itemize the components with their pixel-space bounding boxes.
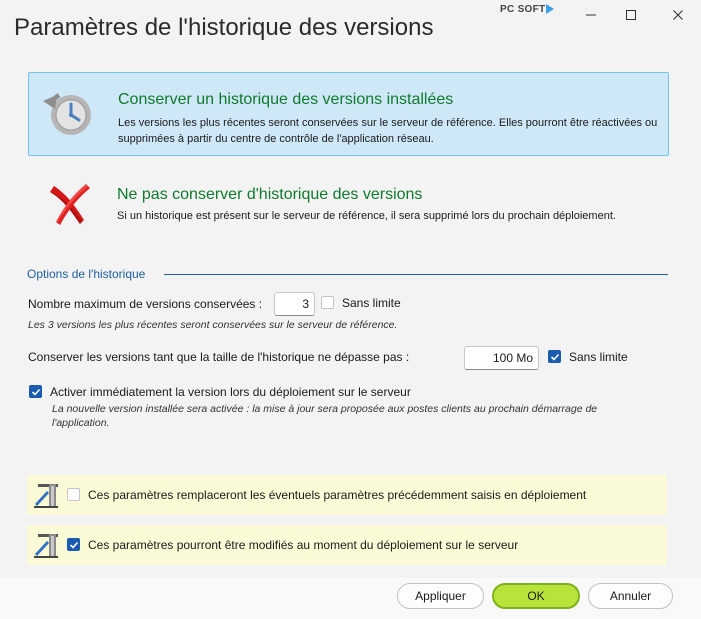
activate-immediately-hint-line1: La nouvelle version installée sera activ… <box>52 403 598 415</box>
max-versions-no-limit-checkbox[interactable] <box>321 296 334 309</box>
modifiable-params-checkbox[interactable] <box>67 538 80 551</box>
apply-button[interactable]: Appliquer <box>397 583 484 609</box>
window-title: Paramètres de l'historique des versions <box>14 14 434 41</box>
option-keep-description: Les versions les plus récentes seront co… <box>118 117 658 145</box>
checkmark-icon <box>550 353 559 361</box>
activate-immediately-checkbox[interactable] <box>29 385 42 398</box>
replace-params-checkbox[interactable] <box>67 488 80 501</box>
brand-text: PC SOFT <box>500 4 546 15</box>
replace-params-label: Ces paramètres remplaceront les éventuel… <box>88 488 587 502</box>
pcsoft-logo: PC SOFT <box>500 4 555 15</box>
option-no-history-description: Si un historique est présent sur le serv… <box>117 210 616 222</box>
history-options-group-title: Options de l'historique <box>27 267 146 281</box>
history-clock-icon <box>41 87 97 144</box>
deployment-tool-icon <box>33 480 61 513</box>
group-divider <box>164 274 668 275</box>
minimize-icon <box>586 14 596 16</box>
max-versions-hint: Les 3 versions les plus récentes seront … <box>28 319 398 331</box>
option-no-history[interactable]: Ne pas conserver d'historique des versio… <box>28 170 669 238</box>
option-keep-title: Conserver un historique des versions ins… <box>118 91 454 108</box>
max-size-label: Conserver les versions tant que la taill… <box>28 350 410 364</box>
play-triangle-icon <box>546 4 555 15</box>
max-versions-input[interactable]: 3 <box>274 292 315 316</box>
maximize-button[interactable] <box>617 4 645 26</box>
close-icon <box>673 10 683 20</box>
option-no-history-title: Ne pas conserver d'historique des versio… <box>117 186 423 203</box>
activate-immediately-label: Activer immédiatement la version lors du… <box>50 385 411 399</box>
max-versions-label: Nombre maximum de versions conservées : <box>28 297 263 311</box>
modifiable-params-label: Ces paramètres pourront être modifiés au… <box>88 538 519 552</box>
max-versions-no-limit-label: Sans limite <box>342 296 401 310</box>
checkmark-icon <box>31 388 40 396</box>
replace-params-panel: Ces paramètres remplaceront les éventuel… <box>27 475 667 515</box>
minimize-button[interactable] <box>577 4 605 26</box>
red-cross-icon <box>44 180 94 233</box>
maximize-icon <box>626 10 636 20</box>
cancel-button[interactable]: Annuler <box>588 583 673 609</box>
option-keep-history[interactable]: Conserver un historique des versions ins… <box>28 72 669 156</box>
modifiable-params-panel: Ces paramètres pourront être modifiés au… <box>27 525 667 565</box>
checkmark-icon <box>69 541 78 549</box>
max-size-no-limit-checkbox[interactable] <box>548 350 561 363</box>
activate-immediately-hint-line2: l'application. <box>52 417 110 429</box>
max-size-input[interactable]: 100 Mo <box>464 346 539 370</box>
ok-button[interactable]: OK <box>492 583 580 609</box>
max-size-no-limit-label: Sans limite <box>569 350 628 364</box>
close-button[interactable] <box>664 4 692 26</box>
deployment-tool-icon <box>33 530 61 563</box>
